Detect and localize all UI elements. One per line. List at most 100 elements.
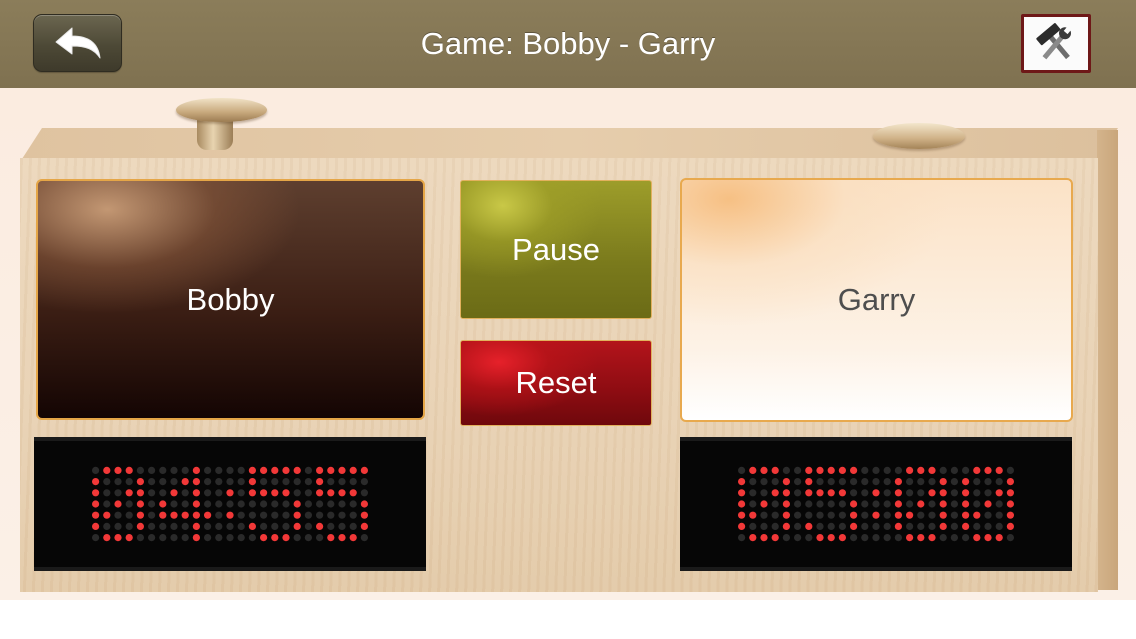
right-led-dot-on [738, 511, 746, 519]
left-led-dot-off [237, 478, 245, 486]
right-led-dot-on [984, 500, 992, 508]
right-led-dot-off [827, 522, 835, 530]
left-led-dot-off [237, 500, 245, 508]
right-led-dot-off [794, 489, 802, 497]
left-led-dot-on [271, 534, 279, 542]
right-led-dot-off [906, 478, 914, 486]
left-led-dot-off [338, 522, 346, 530]
player-right-button[interactable]: Garry [680, 178, 1073, 422]
right-led-dot-off [738, 466, 746, 474]
left-led-dot-off [148, 489, 156, 497]
left-led-dot-off [316, 534, 324, 542]
left-led-dot-off [215, 534, 223, 542]
left-led-dot-on [192, 466, 200, 474]
right-led-dot-on [984, 534, 992, 542]
left-led-dot-off [248, 511, 256, 519]
left-led-dot-on [260, 534, 268, 542]
left-led-dot-off [360, 478, 368, 486]
right-led-dot-off [973, 478, 981, 486]
right-led-dot-off [850, 478, 858, 486]
left-led-dot-on [316, 466, 324, 474]
left-led-dot-on [360, 511, 368, 519]
left-led-dot-off [282, 511, 290, 519]
left-led-dot-off [181, 489, 189, 497]
left-led-dot-off [170, 500, 178, 508]
right-led-dot-on [782, 500, 790, 508]
right-led-dot-on [749, 466, 757, 474]
right-led-dot-off [939, 466, 947, 474]
right-led-dot-off [816, 500, 824, 508]
settings-button[interactable] [1021, 14, 1091, 73]
left-led-dot-on [226, 511, 234, 519]
right-led-dot-off [872, 466, 880, 474]
left-led-dot-off [260, 478, 268, 486]
right-led-dot-on [917, 500, 925, 508]
left-led-dot-on [92, 500, 100, 508]
right-led-dot-off [995, 511, 1003, 519]
left-led-dot-off [327, 500, 335, 508]
left-led-dot-off [349, 522, 357, 530]
right-led-dot-on [827, 534, 835, 542]
left-led-dot-off [282, 500, 290, 508]
player-left-name: Bobby [186, 281, 275, 317]
right-led-dot-on [906, 534, 914, 542]
left-led-dot-on [293, 500, 301, 508]
right-timer-display [680, 437, 1072, 571]
left-led-dot-off [148, 534, 156, 542]
left-led-dot-off [136, 466, 144, 474]
left-led-dot-on [114, 500, 122, 508]
right-led-dot-on [738, 522, 746, 530]
left-led-dot-off [304, 489, 312, 497]
right-led-dot-off [760, 511, 768, 519]
right-led-dot-off [861, 489, 869, 497]
right-led-dot-off [962, 534, 970, 542]
left-led-dot-on [327, 466, 335, 474]
left-led-dot-on [360, 522, 368, 530]
left-led-dot-off [148, 511, 156, 519]
right-led-dot-off [771, 478, 779, 486]
left-led-dot-on [316, 489, 324, 497]
left-led-dot-on [103, 511, 111, 519]
left-led-dot-on [159, 500, 167, 508]
right-led-dot-off [950, 534, 958, 542]
right-led-dot-on [782, 511, 790, 519]
right-led-dot-on [973, 466, 981, 474]
right-led-dot-off [794, 466, 802, 474]
right-led-dot-on [906, 466, 914, 474]
left-led-dot-off [204, 466, 212, 474]
left-led-dot-off [226, 500, 234, 508]
left-led-dot-on [293, 511, 301, 519]
player-left-button[interactable]: Bobby [36, 179, 425, 420]
pause-button[interactable]: Pause [460, 180, 652, 319]
left-led-dot-off [327, 511, 335, 519]
right-led-dot-off [883, 522, 891, 530]
right-led-dot-on [962, 500, 970, 508]
right-led-dot-on [906, 511, 914, 519]
right-clock-button [873, 123, 965, 149]
right-led-dot-off [950, 500, 958, 508]
left-led-dot-on [260, 466, 268, 474]
pause-label: Pause [512, 231, 600, 267]
right-led-dot-off [749, 478, 757, 486]
right-led-dot-on [1006, 489, 1014, 497]
right-led-dot-off [984, 489, 992, 497]
left-led-dot-off [114, 478, 122, 486]
right-led-dot-off [984, 522, 992, 530]
right-led-dot-off [894, 466, 902, 474]
left-led-dot-on [170, 489, 178, 497]
right-led-dot-off [962, 466, 970, 474]
right-led-dot-off [816, 522, 824, 530]
left-led-dot-on [360, 500, 368, 508]
left-led-dot-off [215, 522, 223, 530]
left-led-dot-off [260, 511, 268, 519]
left-led-dot-off [248, 500, 256, 508]
right-led-dot-off [950, 478, 958, 486]
right-led-dot-off [850, 489, 858, 497]
reset-button[interactable]: Reset [460, 340, 652, 426]
left-led-dot-on [293, 522, 301, 530]
right-led-dot-off [794, 500, 802, 508]
left-led-dot-off [181, 534, 189, 542]
left-led-dot-off [170, 534, 178, 542]
left-led-dot-on [192, 534, 200, 542]
left-led-dot-off [237, 522, 245, 530]
